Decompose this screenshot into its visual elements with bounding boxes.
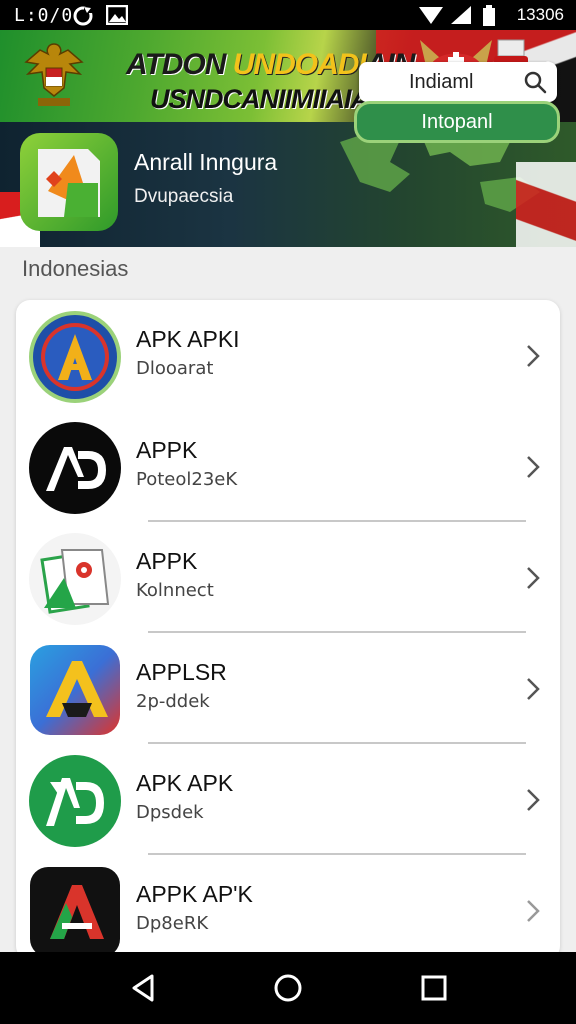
app-name: APK APK: [136, 770, 234, 796]
sync-icon: [73, 6, 93, 26]
app-meta: Dlooarat: [136, 358, 214, 379]
chevron-right-icon[interactable]: [524, 343, 542, 369]
section-title: Indonesias: [22, 256, 129, 281]
home-icon[interactable]: [270, 970, 306, 1006]
app-name: APPLSR: [136, 659, 227, 685]
status-time: L:0/0: [14, 5, 74, 26]
search-input-value: Indiaml: [409, 71, 474, 93]
banner-subheadline: USNDCANIIMIIAIAI: [150, 84, 376, 114]
status-bar: L:0/0 13306: [0, 0, 576, 30]
list-item[interactable]: APK APKI Dlooarat: [16, 300, 560, 411]
signal-icon: [451, 6, 471, 24]
flag-right-graphic: [516, 162, 576, 247]
ad-black-icon: [29, 422, 121, 514]
app-meta: Dp8eRK: [136, 913, 209, 934]
hero-subtitle: Dvupaecsia: [134, 186, 234, 207]
app-meta: 2p-ddek: [136, 691, 210, 712]
chevron-right-icon[interactable]: [524, 787, 542, 813]
list-item[interactable]: APPK Kolnnect: [16, 522, 560, 633]
ad-green-icon: [29, 755, 121, 847]
chevron-right-icon[interactable]: [524, 676, 542, 702]
chevron-right-icon[interactable]: [524, 565, 542, 591]
app-meta: Dpsdek: [136, 802, 204, 823]
list-item[interactable]: APPLSR 2p-ddek: [16, 633, 560, 744]
app-name: APPK: [136, 548, 198, 574]
banner-headline-accent: UNDOADI: [232, 48, 367, 81]
navigation-bar: [0, 952, 576, 1024]
cards-green-icon: [29, 533, 121, 625]
app-name: APPK: [136, 437, 198, 463]
search-icon[interactable]: [523, 70, 547, 94]
list-item[interactable]: APPK AP'K Dp8eRK: [16, 855, 560, 960]
app-name: APPK AP'K: [136, 881, 253, 907]
app-logo-icon[interactable]: [18, 131, 120, 233]
app-meta: Poteol23eK: [136, 469, 238, 490]
banner-headline-part1: ATDON: [126, 48, 233, 81]
image-icon: [106, 5, 128, 25]
search-input[interactable]: Indiaml: [359, 62, 557, 102]
back-icon[interactable]: [126, 970, 162, 1006]
list-item[interactable]: APK APK Dpsdek: [16, 744, 560, 855]
status-clock: 13306: [516, 5, 564, 24]
a-red-green-icon: [30, 867, 120, 957]
list-item[interactable]: APPK Poteol23eK: [16, 411, 560, 522]
app-meta: Kolnnect: [136, 580, 214, 601]
garuda-emblem-icon: [24, 43, 84, 106]
chevron-right-icon[interactable]: [524, 898, 542, 924]
app-list: APK APKI Dlooarat APPK Poteol23eK APPK K…: [16, 300, 560, 960]
battery-icon: [483, 5, 495, 26]
apk-gradient-a-icon: [30, 645, 120, 735]
recents-icon[interactable]: [416, 970, 452, 1006]
primary-action-button[interactable]: Intopanl: [354, 101, 560, 143]
app-name: APK APKI: [136, 326, 240, 352]
wifi-icon: [419, 7, 443, 24]
chevron-right-icon[interactable]: [524, 454, 542, 480]
hero-title: Anrall Inngura: [134, 149, 278, 175]
apk-blue-a-icon: [29, 311, 121, 403]
